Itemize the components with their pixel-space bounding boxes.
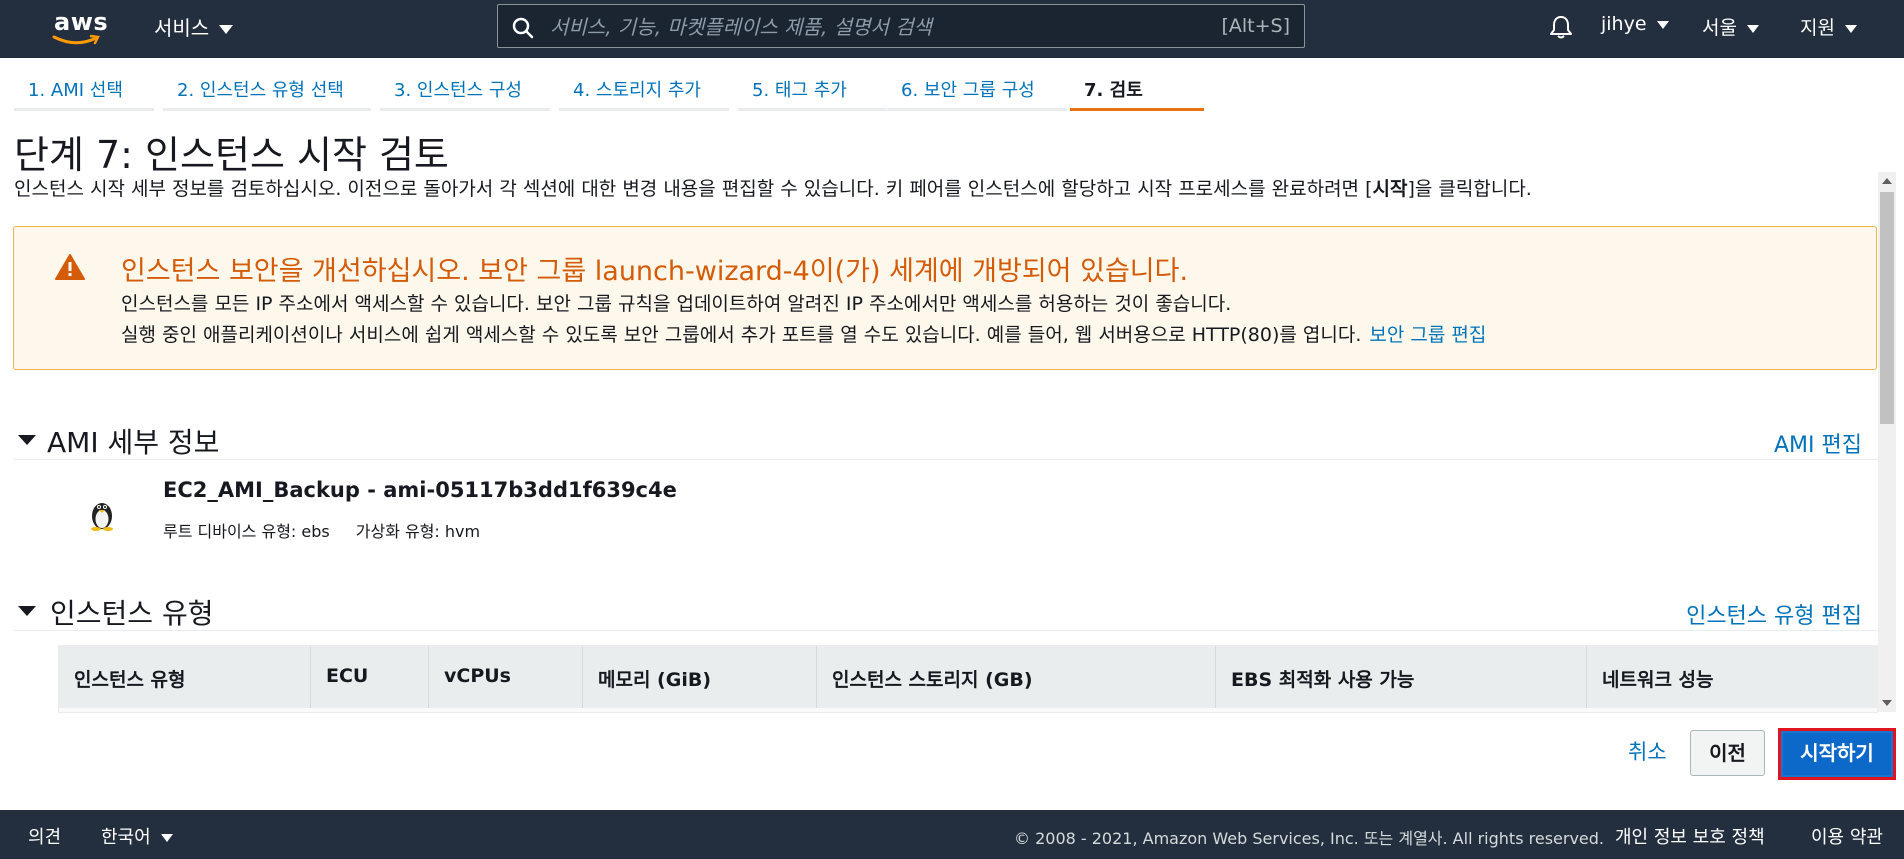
instance-type-section-header: 인스턴스 유형 인스턴스 유형 편집 <box>14 592 1878 631</box>
services-menu[interactable]: 서비스 <box>154 12 234 41</box>
search-input[interactable] <box>548 11 1172 43</box>
tab-review[interactable]: 7. 검토 <box>1070 66 1204 111</box>
previous-button[interactable]: 이전 <box>1690 730 1765 776</box>
support-menu[interactable]: 지원 <box>1800 13 1857 40</box>
warning-line-1: 인스턴스를 모든 IP 주소에서 액세스할 수 있습니다. 보안 그룹 규칙을 … <box>121 293 1232 315</box>
tab-ami-select[interactable]: 1. AMI 선택 <box>14 66 154 111</box>
page-description: 인스턴스 시작 세부 정보를 검토하십시오. 이전으로 돌아가서 각 섹션에 대… <box>14 178 1532 200</box>
table-header-row: 인스턴스 유형 ECU vCPUs 메모리 (GiB) 인스턴스 스토리지 (G… <box>59 646 1877 708</box>
aws-smile-icon <box>52 34 100 45</box>
instance-type-table: 인스턴스 유형 ECU vCPUs 메모리 (GiB) 인스턴스 스토리지 (G… <box>58 645 1878 713</box>
ami-meta: 루트 디바이스 유형: ebs 가상화 유형: hvm <box>163 518 480 542</box>
support-label: 지원 <box>1800 17 1835 39</box>
collapse-caret-icon[interactable] <box>18 606 36 616</box>
warning-title: 인스턴스 보안을 개선하십시오. 보안 그룹 launch-wizard-4이(… <box>121 256 1189 287</box>
collapse-caret-icon[interactable] <box>18 435 36 445</box>
feedback-link[interactable]: 의견 <box>28 823 61 849</box>
instance-type-section-title: 인스턴스 유형 <box>50 597 214 630</box>
column-header[interactable]: 네트워크 성능 <box>1587 646 1877 708</box>
user-name: jihye <box>1601 13 1647 35</box>
privacy-policy-link[interactable]: 개인 정보 보호 정책 <box>1615 823 1765 849</box>
column-header[interactable]: ECU <box>311 646 429 708</box>
scroll-down-arrow-icon[interactable] <box>1882 700 1892 706</box>
aws-logo-text: aws <box>54 8 109 36</box>
content-scrollbar[interactable] <box>1878 172 1896 712</box>
edit-instance-type-link[interactable]: 인스턴스 유형 편집 <box>1686 598 1862 630</box>
terms-link[interactable]: 이용 약관 <box>1811 823 1883 849</box>
ami-section-title: AMI 세부 정보 <box>47 426 220 459</box>
cancel-button[interactable]: 취소 <box>1628 736 1667 766</box>
notifications-bell-icon[interactable] <box>1549 14 1573 40</box>
page-title: 단계 7: 인스턴스 시작 검토 <box>14 133 449 177</box>
ami-details-section-header: AMI 세부 정보 AMI 편집 <box>14 421 1878 460</box>
edit-ami-link[interactable]: AMI 편집 <box>1774 427 1862 459</box>
linux-tux-icon <box>91 503 113 531</box>
chevron-down-icon <box>160 834 173 842</box>
chevron-down-icon <box>219 25 234 34</box>
language-selector[interactable]: 한국어 <box>101 823 173 849</box>
search-icon <box>512 17 534 39</box>
ami-name: EC2_AMI_Backup - ami-05117b3dd1f639c4e <box>163 478 677 502</box>
top-navigation-bar: aws 서비스 [Alt+S] jihye 서울 지원 <box>0 0 1904 58</box>
column-header[interactable]: 인스턴스 스토리지 (GB) <box>817 646 1216 708</box>
column-header[interactable]: 인스턴스 유형 <box>59 646 311 708</box>
tab-instance-type[interactable]: 2. 인스턴스 유형 선택 <box>163 66 371 111</box>
tab-tags[interactable]: 5. 태그 추가 <box>738 66 886 111</box>
scroll-up-arrow-icon[interactable] <box>1882 178 1892 184</box>
services-label: 서비스 <box>154 16 210 40</box>
copyright-text: © 2008 - 2021, Amazon Web Services, Inc.… <box>1014 829 1605 848</box>
footer: 의견 한국어 © 2008 - 2021, Amazon Web Service… <box>0 810 1904 859</box>
region-menu[interactable]: 서울 <box>1702 13 1759 40</box>
search-shortcut-hint: [Alt+S] <box>1221 15 1290 37</box>
warning-line-2: 실행 중인 애플리케이션이나 서비스에 쉽게 액세스할 수 있도록 보안 그룹에… <box>121 324 1487 346</box>
chevron-down-icon <box>1656 20 1669 29</box>
region-name: 서울 <box>1702 17 1737 39</box>
column-header[interactable]: vCPUs <box>429 646 583 708</box>
chevron-down-icon <box>1746 24 1759 33</box>
user-menu[interactable]: jihye <box>1601 13 1669 35</box>
root-device-type: 루트 디바이스 유형: ebs <box>163 522 330 541</box>
column-header[interactable]: EBS 최적화 사용 가능 <box>1216 646 1587 708</box>
launch-button[interactable]: 시작하기 <box>1778 728 1896 780</box>
search-box[interactable]: [Alt+S] <box>497 4 1305 48</box>
warning-icon <box>55 254 85 280</box>
tab-instance-config[interactable]: 3. 인스턴스 구성 <box>380 66 550 111</box>
aws-logo[interactable]: aws <box>52 6 108 46</box>
edit-security-group-link[interactable]: 보안 그룹 편집 <box>1369 324 1486 346</box>
virtualization-type: 가상화 유형: hvm <box>355 522 481 541</box>
chevron-down-icon <box>1844 24 1857 33</box>
security-warning-alert: 인스턴스 보안을 개선하십시오. 보안 그룹 launch-wizard-4이(… <box>13 226 1877 370</box>
column-header[interactable]: 메모리 (GiB) <box>583 646 817 708</box>
wizard-actions: 취소 이전 시작하기 <box>0 718 1904 808</box>
tab-storage[interactable]: 4. 스토리지 추가 <box>559 66 729 111</box>
tab-security-group[interactable]: 6. 보안 그룹 구성 <box>887 66 1067 111</box>
scrollbar-thumb[interactable] <box>1880 192 1894 424</box>
